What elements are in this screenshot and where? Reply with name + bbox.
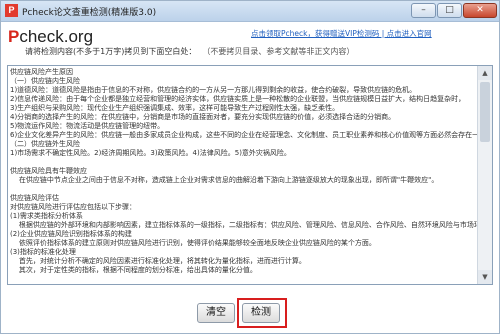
check-button-highlight	[237, 298, 287, 328]
content-line	[10, 185, 478, 194]
title-bar: P Pcheck论文查重检测(精准版3.0) – □ ✕	[1, 1, 499, 22]
app-logo-icon: P	[5, 4, 18, 17]
content-line: （二）供应链外生风险	[10, 140, 80, 148]
content-line: 4)分销商的选择产生的风险：在供应链中，分销商是市场的直接面对者，要充分实现供应…	[10, 113, 396, 121]
content-line: 供应链风险具有牛鞭效应	[10, 167, 87, 175]
window-title: Pcheck论文查重检测(精准版3.0)	[22, 8, 157, 18]
content-line: 3)生产组织与采购风险：现代企业生产组织强调集成、效率，这样可能导致生产过程刚性…	[10, 104, 340, 112]
content-line: （一）供应链内生风险	[10, 77, 80, 85]
pcheck-logo: Pcheck.org	[8, 27, 93, 47]
content-line: 6)企业文化差异产生的风险：供应链一般由多家成员企业构成，这些不同的企业在经营理…	[10, 131, 478, 139]
content-line: (1)需求类指标分析体系	[10, 212, 83, 220]
scroll-thumb[interactable]	[480, 82, 490, 142]
content-line: 1)市场需求不确定性风险。2)经济周期风险。3)政策风险。4)法律风险。5)意外…	[10, 149, 291, 157]
content-line: 首先，对统计分析不确定的风险因素进行标准化处理，将其转化为量化指标，进而进行计算…	[10, 257, 306, 265]
vertical-scrollbar[interactable]: ▲ ▼	[477, 66, 492, 284]
content-line: 供应链风险产生原因	[10, 68, 73, 76]
logo-text: check.org	[19, 27, 94, 46]
content-text[interactable]: 供应链风险产生原因 （一）供应链内生风险 1)道德风险：道德风险是指由于信息的不对称…	[10, 68, 478, 282]
content-line: 2)信息传递风险：由于每个企业都是独立经营和管理的经济实体，供应链实质上是一种松…	[10, 95, 466, 103]
content-line: 依照评价指标体系的建立原则对供应链风险进行识别，使得评价结果能够较全面地反映企业…	[10, 239, 376, 247]
content-line: (2)企业供应链风险识别指标体系的构建	[10, 230, 132, 238]
maximize-button[interactable]: □	[437, 3, 462, 18]
content-line	[10, 158, 478, 167]
content-line: 在供应链中节点企业之间由于信息不对称，造成链上企业对需求信息的曲解沿着下游向上游…	[10, 176, 439, 184]
logo-p: P	[8, 27, 20, 46]
content-line: (3)指标的标准化处理	[10, 248, 76, 256]
header-links[interactable]: 点击领取Pcheck，获得赠送VIP检测码 | 点击进入官网	[251, 28, 487, 39]
scroll-up-arrow-icon[interactable]: ▲	[478, 66, 492, 80]
instruction-note: （不要拷贝目录、参考文献等非正文内容）	[206, 47, 355, 56]
app-window: P Pcheck论文查重检测(精准版3.0) – □ ✕ Pcheck.org …	[0, 0, 500, 334]
content-line: 1)道德风险：道德风险是指由于信息的不对称，供应链合约的一方从另一方那儿得到剩余…	[10, 86, 417, 94]
clear-button[interactable]: 清空	[197, 303, 235, 323]
content-line: 供应链风险评估	[10, 194, 59, 202]
close-button[interactable]: ✕	[463, 3, 497, 18]
scroll-down-arrow-icon[interactable]: ▼	[478, 270, 492, 284]
minimize-button[interactable]: –	[411, 3, 436, 18]
instruction-text: 请将检测内容(不多于1万字)拷贝到下面空白处：	[25, 47, 197, 56]
content-line: 其次，对于定性类的指标，根据不同程度的划分标准，给出具体的量化分值。	[10, 266, 257, 274]
content-line: 5)物流运作风险：物流活动是供应链管理的纽带。	[10, 122, 165, 130]
content-line: 根据供应链的外部环境和内部影响因素，建立指标体系的一级指标，二级指标有：供应风险…	[10, 221, 478, 229]
instructions: 请将检测内容(不多于1万字)拷贝到下面空白处： （不要拷贝目录、参考文献等非正文内…	[25, 46, 495, 57]
content-line: 对供应链风险进行评估应包括以下步骤：	[10, 203, 136, 211]
content-textarea[interactable]: 供应链风险产生原因 （一）供应链内生风险 1)道德风险：道德风险是指由于信息的不对称…	[7, 65, 493, 285]
